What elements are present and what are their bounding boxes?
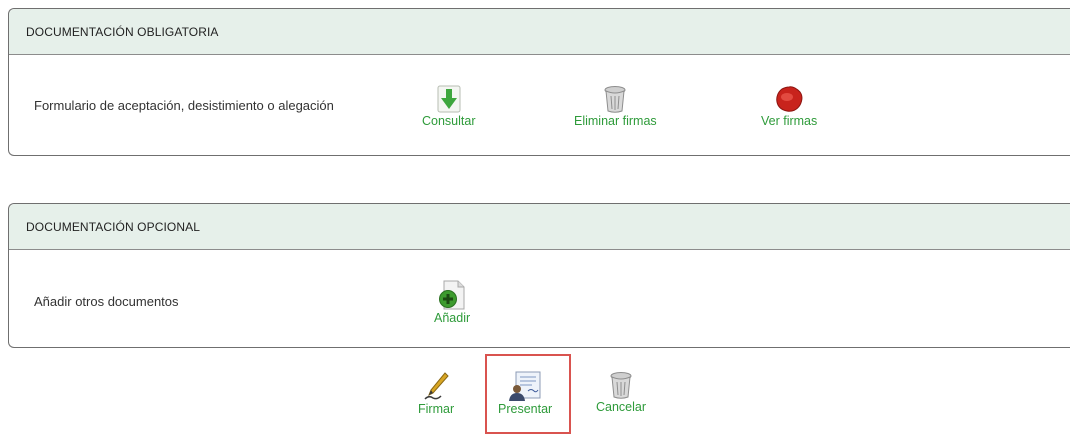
add-document-icon: [439, 280, 465, 310]
view-signatures-button[interactable]: Ver firmas: [761, 85, 817, 128]
sign-label: Firmar: [418, 402, 455, 416]
download-arrow-icon: [437, 85, 461, 113]
presenter-document-icon: [509, 371, 541, 401]
cancel-button[interactable]: Cancelar: [596, 371, 646, 414]
submit-button[interactable]: Presentar: [498, 371, 552, 416]
delete-signatures-button[interactable]: Eliminar firmas: [574, 85, 657, 128]
optional-docs-header: DOCUMENTACIÓN OPCIONAL: [9, 204, 1070, 250]
pen-icon: [424, 372, 449, 400]
trash-can-icon: [604, 86, 626, 113]
mandatory-docs-panel: DOCUMENTACIÓN OBLIGATORIA Formulario de …: [8, 8, 1070, 156]
consult-button[interactable]: Consultar: [422, 85, 476, 128]
cancel-label: Cancelar: [596, 400, 647, 414]
mandatory-docs-title: DOCUMENTACIÓN OBLIGATORIA: [26, 24, 219, 39]
add-document-label: Añadir: [434, 311, 471, 325]
optional-docs-title: DOCUMENTACIÓN OPCIONAL: [26, 219, 200, 234]
optional-doc-label: Añadir otros documentos: [34, 294, 179, 309]
mandatory-docs-header: DOCUMENTACIÓN OBLIGATORIA: [9, 9, 1070, 55]
mandatory-doc-label: Formulario de aceptación, desistimiento …: [34, 98, 334, 113]
wax-seal-icon: [776, 86, 803, 112]
optional-docs-panel: DOCUMENTACIÓN OPCIONAL Añadir otros docu…: [8, 203, 1070, 348]
trash-can-icon: [610, 372, 632, 399]
sign-button[interactable]: Firmar: [418, 371, 454, 416]
submit-label: Presentar: [498, 402, 553, 416]
view-signatures-label: Ver firmas: [761, 114, 818, 128]
add-document-button[interactable]: Añadir: [434, 280, 470, 325]
delete-signatures-label: Eliminar firmas: [574, 114, 657, 128]
consult-label: Consultar: [422, 114, 476, 128]
